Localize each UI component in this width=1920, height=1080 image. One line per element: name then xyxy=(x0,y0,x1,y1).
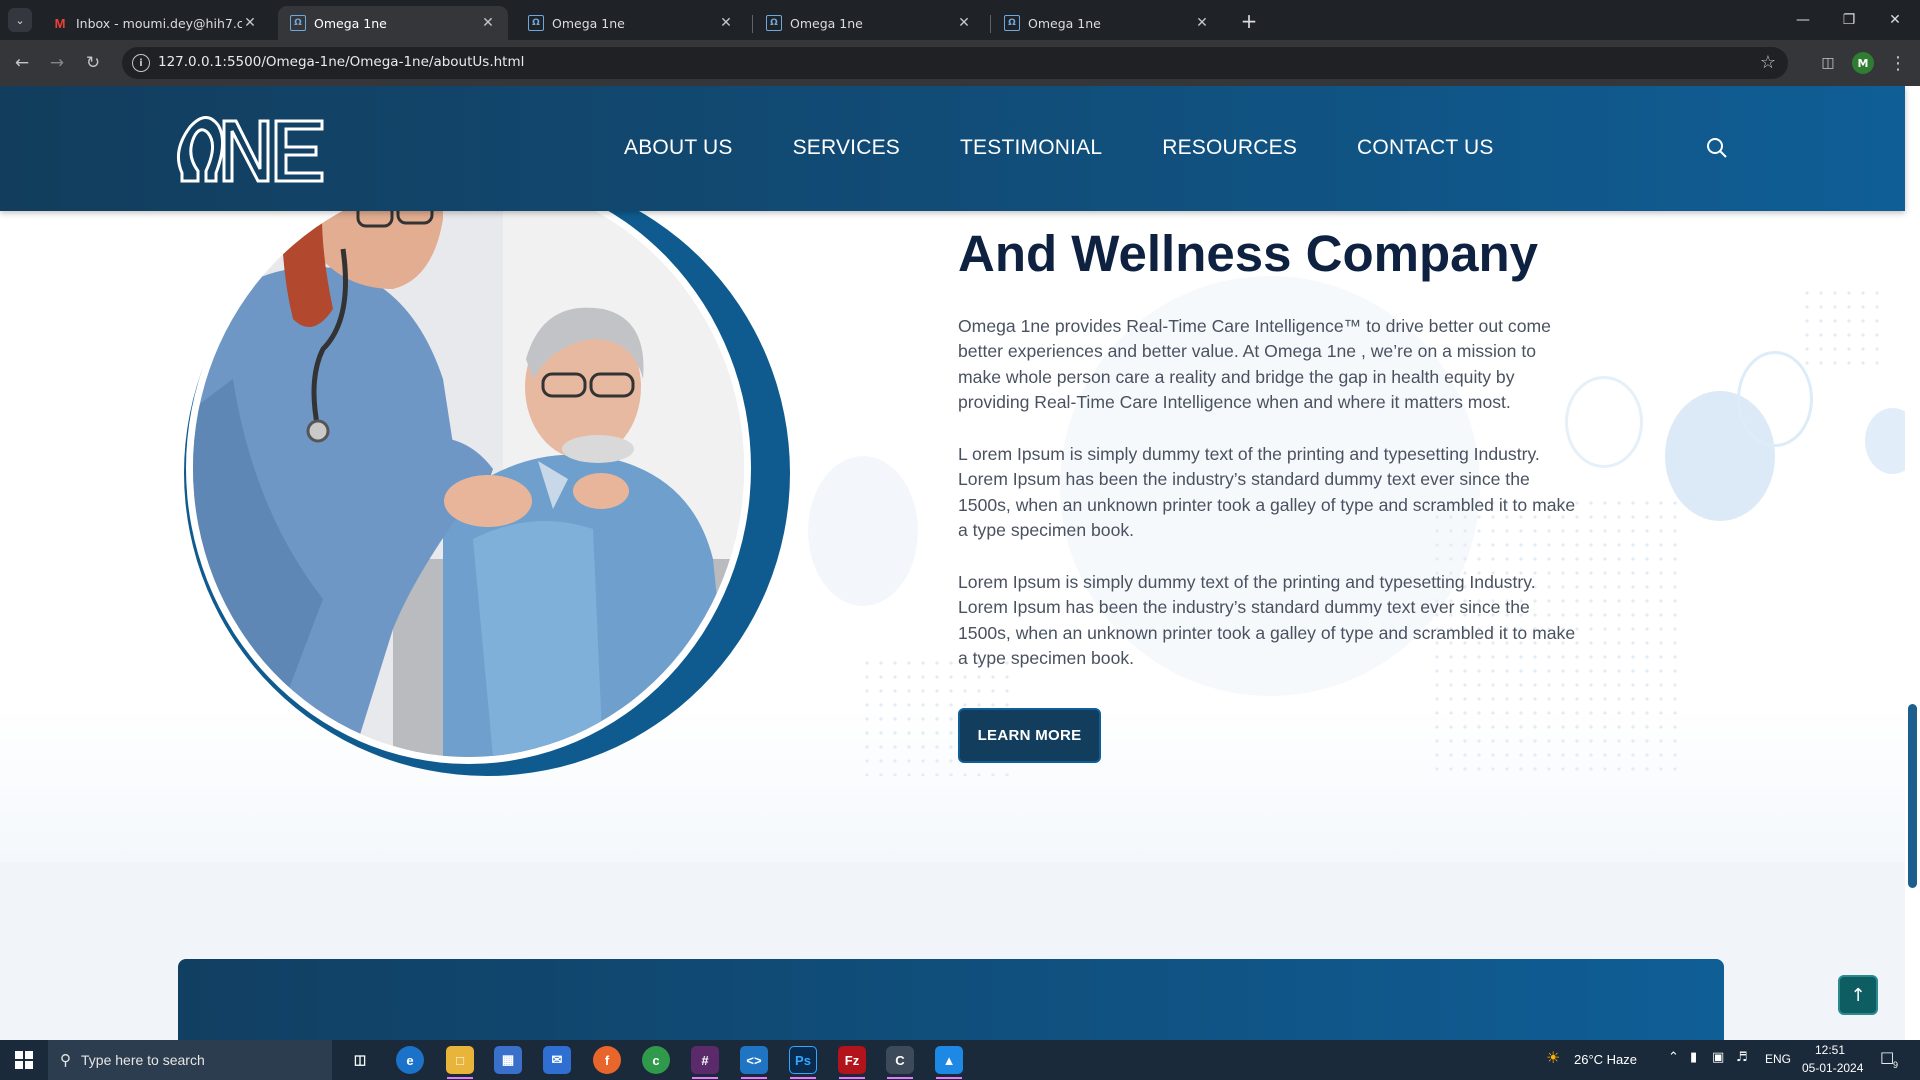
tab-search-button[interactable]: ⌄ xyxy=(8,8,32,32)
scrollbar-track[interactable] xyxy=(1905,86,1920,1040)
tab-omega[interactable]: Ω Omega 1ne ✕ xyxy=(992,6,1222,40)
browser-menu-icon[interactable]: ⋮ xyxy=(1886,51,1910,75)
body-paragraph: Lorem Ipsum is simply dummy text of the … xyxy=(958,572,1576,669)
running-indicator xyxy=(692,1077,718,1079)
taskbar-search-placeholder: Type here to search xyxy=(81,1052,205,1068)
reload-icon[interactable]: ↻ xyxy=(81,51,105,75)
nav-testimonial[interactable]: TESTIMONIAL xyxy=(960,136,1102,160)
volume-icon[interactable]: ♬ xyxy=(1736,1050,1748,1065)
taskbar-search-box[interactable]: ⚲ Type here to search xyxy=(48,1040,332,1080)
tab-omega-active[interactable]: Ω Omega 1ne ✕ xyxy=(278,6,508,40)
running-indicator xyxy=(839,1077,865,1079)
tab-title: Omega 1ne xyxy=(552,15,625,31)
decor-circle xyxy=(1865,408,1905,474)
tab-title: Omega 1ne xyxy=(314,15,387,31)
gmail-icon: M xyxy=(54,15,66,31)
chrome-profile-icon[interactable]: C xyxy=(886,1046,914,1074)
minimize-icon[interactable]: — xyxy=(1780,6,1826,34)
tab-separator xyxy=(752,15,753,33)
filezilla-icon[interactable]: Fz xyxy=(838,1046,866,1074)
nurse-patient-photo xyxy=(193,179,744,757)
network-icon[interactable]: ▣ xyxy=(1712,1050,1724,1065)
running-indicator xyxy=(447,1077,473,1079)
slack-icon[interactable]: # xyxy=(691,1046,719,1074)
omega-favicon-icon: Ω xyxy=(290,15,306,31)
address-bar[interactable]: i 127.0.0.1:5500/Omega-1ne/Omega-1ne/abo… xyxy=(122,47,1788,79)
restore-icon[interactable]: ❐ xyxy=(1826,6,1872,34)
close-icon[interactable]: ✕ xyxy=(956,15,972,31)
omega-favicon-icon: Ω xyxy=(766,15,782,31)
weather-icon[interactable]: ☀ xyxy=(1546,1048,1560,1067)
nav-contact-us[interactable]: CONTACT US xyxy=(1357,136,1494,160)
language-indicator[interactable]: ENG xyxy=(1765,1052,1791,1066)
browser-tab-bar: ⌄ M Inbox - moumi.dey@hih7.com ✕ Ω Omega… xyxy=(0,0,1920,40)
nav-about-us[interactable]: ABOUT US xyxy=(624,136,733,160)
intro-paragraph: Omega 1ne provides Real-Time Care Intell… xyxy=(958,316,1551,413)
back-arrow-icon[interactable]: ← xyxy=(10,51,34,75)
tab-title: Omega 1ne xyxy=(1028,15,1101,31)
profile-avatar[interactable]: M xyxy=(1852,52,1874,74)
omega-1ne-logo[interactable] xyxy=(176,111,324,183)
forward-arrow-icon[interactable]: → xyxy=(45,51,69,75)
tab-gmail-inbox[interactable]: M Inbox - moumi.dey@hih7.com ✕ xyxy=(40,6,270,40)
running-indicator xyxy=(741,1077,767,1079)
firefox-icon[interactable]: f xyxy=(593,1046,621,1074)
page-viewport: And Wellness Company Omega 1ne provides … xyxy=(0,86,1920,1040)
tab-omega[interactable]: Ω Omega 1ne ✕ xyxy=(516,6,746,40)
bookmark-star-icon[interactable]: ☆ xyxy=(1760,52,1776,73)
clock-time[interactable]: 12:51 xyxy=(1815,1043,1845,1057)
task-view-icon[interactable]: ◫ xyxy=(346,1046,374,1074)
taskbar: ⚲ Type here to search ◫ e □ ▦ ✉ f c # <>… xyxy=(0,1040,1920,1080)
clock-date[interactable]: 05-01-2024 xyxy=(1802,1061,1863,1075)
nav-services[interactable]: SERVICES xyxy=(793,136,900,160)
omega-favicon-icon: Ω xyxy=(1004,15,1020,31)
section-headline: And Wellness Company xyxy=(958,225,1539,282)
photos-app-icon[interactable]: ▲ xyxy=(935,1046,963,1074)
close-icon[interactable]: ✕ xyxy=(718,15,734,31)
notification-count: 9 xyxy=(1893,1060,1899,1070)
tab-title: Inbox - moumi.dey@hih7.com xyxy=(76,15,242,31)
battery-icon[interactable]: ▮ xyxy=(1690,1050,1697,1065)
microsoft-store-icon[interactable]: ▦ xyxy=(494,1046,522,1074)
running-indicator xyxy=(936,1077,962,1079)
search-icon: ⚲ xyxy=(60,1052,71,1069)
omega-favicon-icon: Ω xyxy=(528,15,544,31)
banner-card xyxy=(178,959,1724,1040)
close-icon[interactable]: ✕ xyxy=(480,15,496,31)
tab-omega[interactable]: Ω Omega 1ne ✕ xyxy=(754,6,984,40)
tab-separator xyxy=(990,15,991,33)
main-nav: ABOUT US SERVICES TESTIMONIAL RESOURCES … xyxy=(624,136,1554,160)
decor-dot-grid xyxy=(1800,286,1880,366)
edge-browser-icon[interactable]: e xyxy=(396,1046,424,1074)
decor-circle xyxy=(808,456,918,606)
file-explorer-icon[interactable]: □ xyxy=(446,1046,474,1074)
browser-toolbar: ← → ↻ i 127.0.0.1:5500/Omega-1ne/Omega-1… xyxy=(0,40,1920,86)
side-panel-icon[interactable]: ◫ xyxy=(1816,51,1840,75)
url-text[interactable]: 127.0.0.1:5500/Omega-1ne/Omega-1ne/about… xyxy=(158,54,524,70)
body-paragraph: L orem Ipsum is simply dummy text of the… xyxy=(958,444,1576,541)
chevron-up-icon[interactable]: ⌃ xyxy=(1668,1050,1679,1065)
learn-more-button[interactable]: LEARN MORE xyxy=(958,708,1101,763)
weather-text[interactable]: 26°C Haze xyxy=(1574,1052,1637,1067)
photo-illustration xyxy=(193,179,744,757)
chrome-icon[interactable]: c xyxy=(642,1046,670,1074)
close-icon[interactable]: ✕ xyxy=(1194,15,1210,31)
mail-icon[interactable]: ✉ xyxy=(543,1046,571,1074)
running-indicator xyxy=(887,1077,913,1079)
scrollbar-thumb[interactable] xyxy=(1908,704,1917,888)
windows-start-icon[interactable] xyxy=(0,1040,48,1080)
new-tab-button[interactable]: + xyxy=(1235,9,1263,33)
vscode-icon[interactable]: <> xyxy=(740,1046,768,1074)
tab-title: Omega 1ne xyxy=(790,15,863,31)
scroll-to-top-button[interactable]: ↑ xyxy=(1838,975,1878,1015)
close-icon[interactable]: ✕ xyxy=(242,15,258,31)
site-info-icon[interactable]: i xyxy=(132,54,150,72)
nav-resources[interactable]: RESOURCES xyxy=(1162,136,1297,160)
running-indicator xyxy=(790,1077,816,1079)
site-header: ABOUT US SERVICES TESTIMONIAL RESOURCES … xyxy=(0,86,1905,211)
photoshop-icon[interactable]: Ps xyxy=(789,1046,817,1074)
search-icon[interactable] xyxy=(1706,137,1728,159)
window-close-icon[interactable]: ✕ xyxy=(1872,6,1918,34)
